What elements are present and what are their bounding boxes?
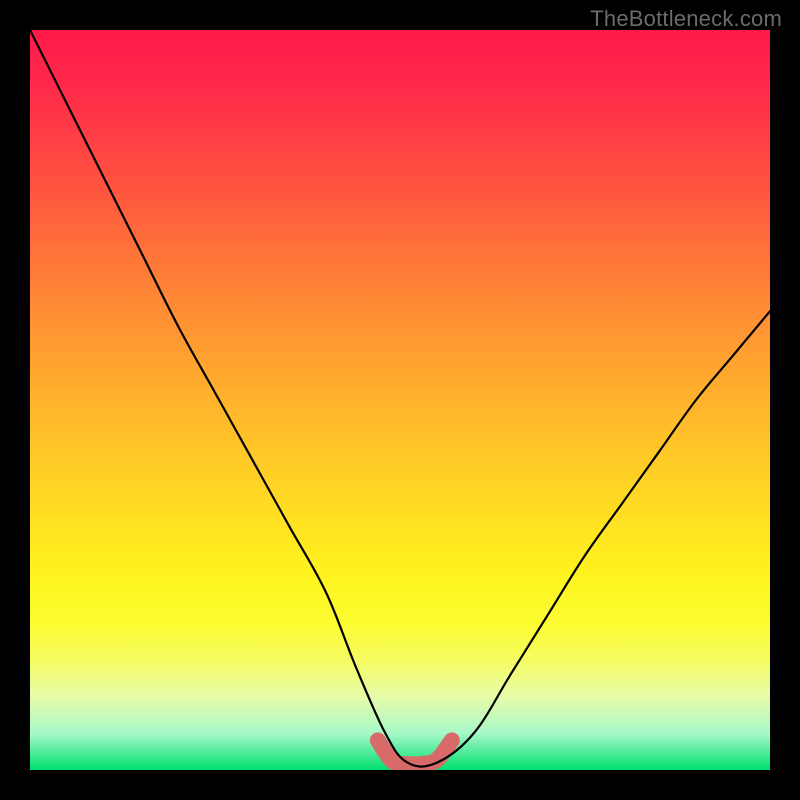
chart-frame: TheBottleneck.com — [0, 0, 800, 800]
plot-area — [30, 30, 770, 770]
watermark-text: TheBottleneck.com — [590, 6, 782, 32]
chart-svg — [30, 30, 770, 770]
bottleneck-curve-path — [30, 30, 770, 767]
